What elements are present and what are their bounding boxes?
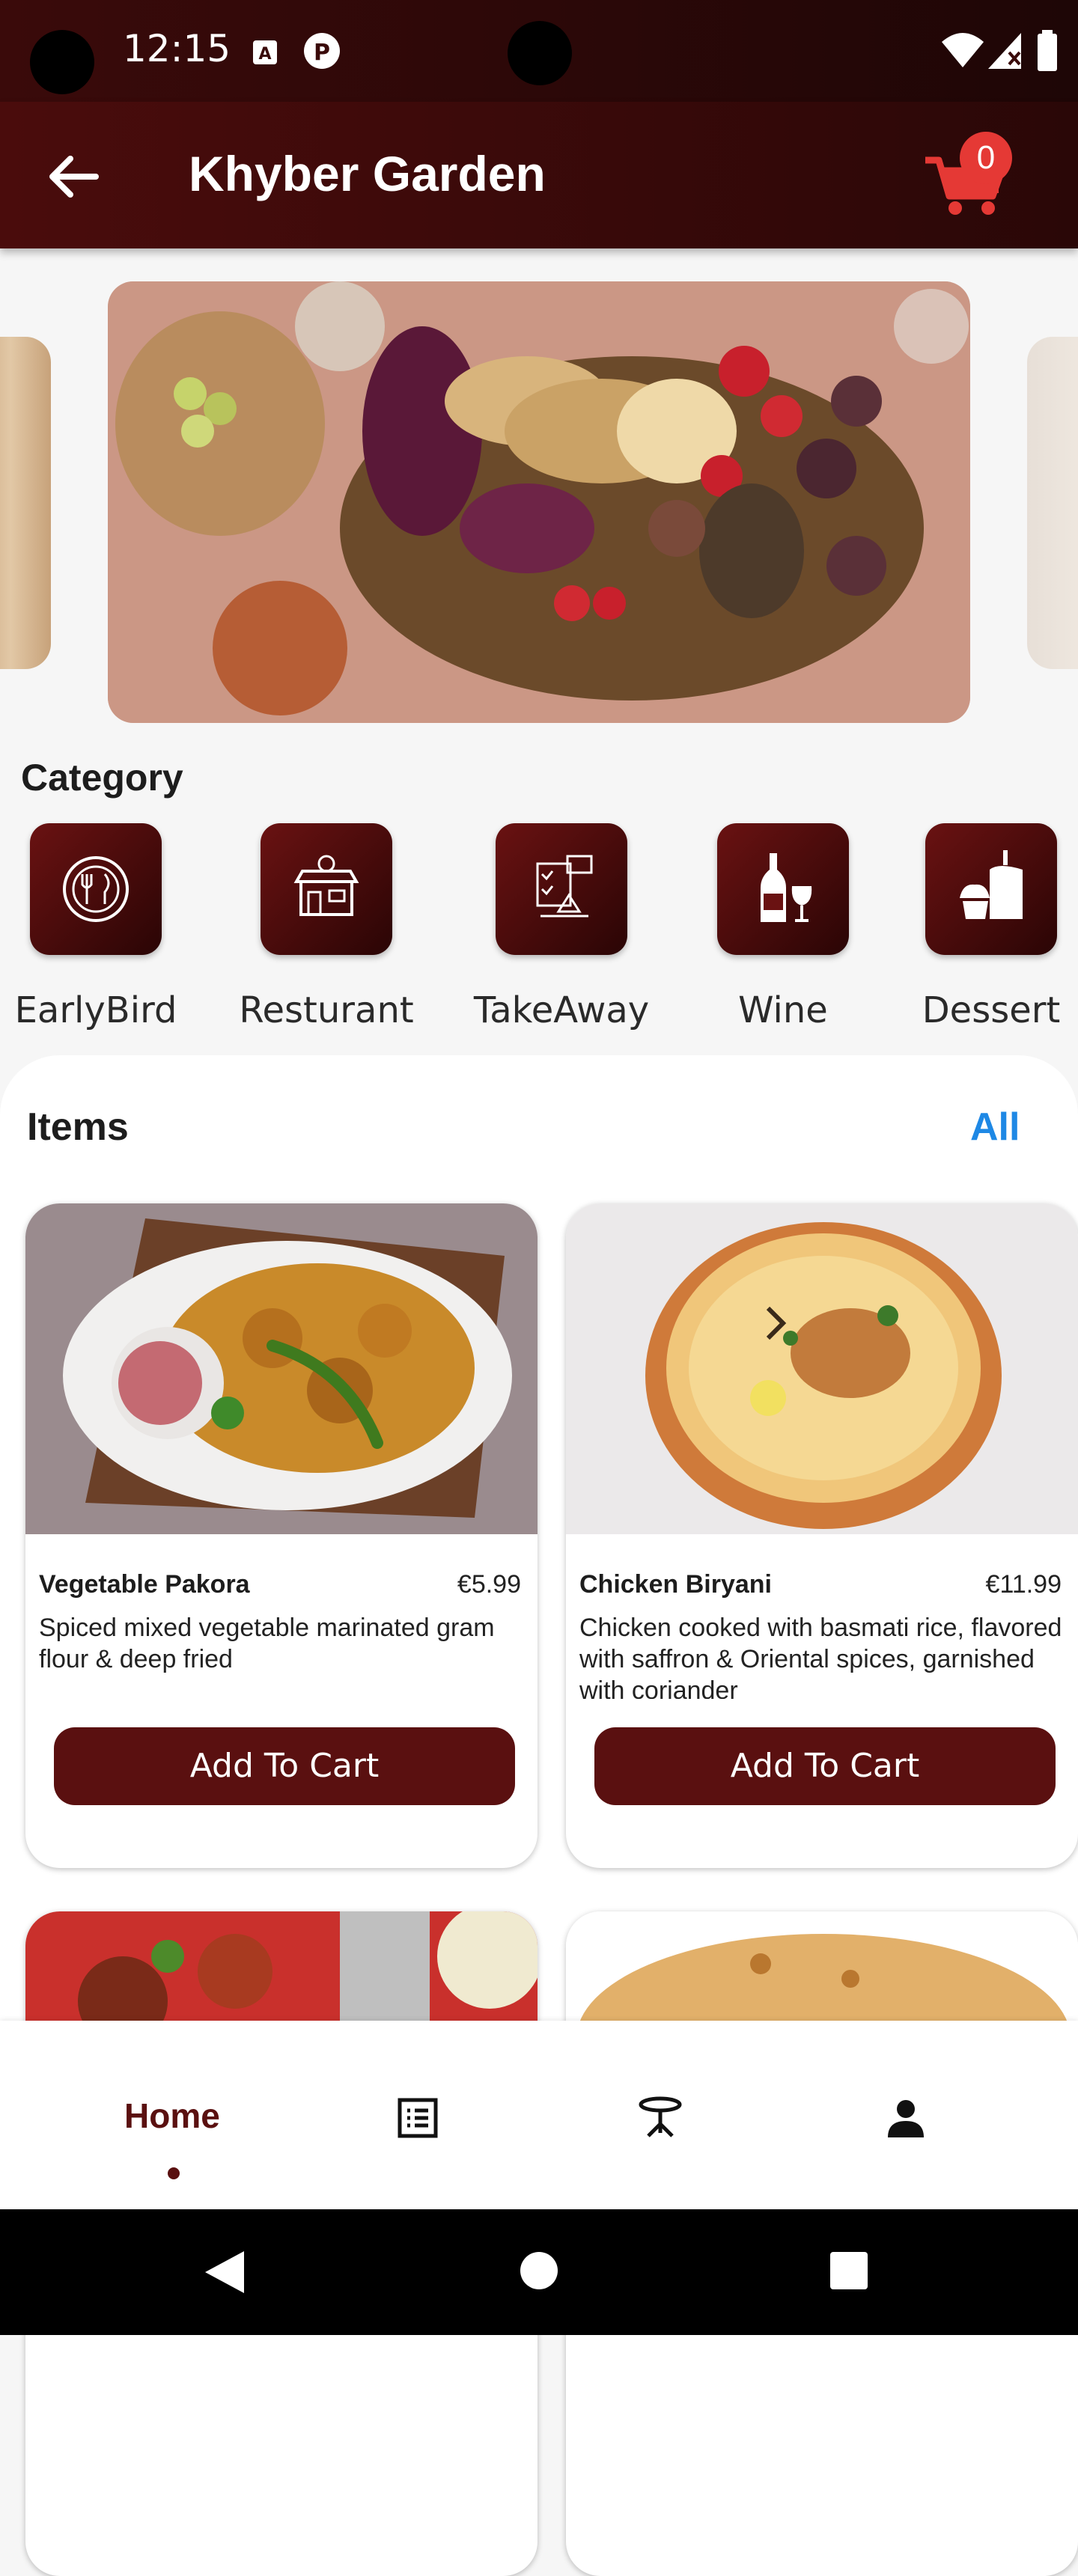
- restaurant-icon: [293, 855, 359, 916]
- active-indicator: [168, 2167, 180, 2179]
- cart-count-badge: 0: [960, 132, 1012, 184]
- system-back-icon[interactable]: [202, 2248, 247, 2296]
- product-price: €5.99: [457, 1570, 521, 1599]
- product-name: Chicken Biryani: [579, 1570, 772, 1599]
- system-home-icon[interactable]: [520, 2251, 558, 2290]
- bottom-navigation: Home: [0, 2021, 1078, 2209]
- view-all-link[interactable]: All: [970, 1105, 1020, 1150]
- product-card[interactable]: Chicken Biryani €11.99 Chicken cooked wi…: [566, 1203, 1078, 1868]
- status-bar: 12:15 A P: [0, 0, 1078, 102]
- add-to-cart-button[interactable]: Add To Cart: [594, 1727, 1056, 1805]
- product-price: €11.99: [985, 1570, 1062, 1599]
- system-recents-icon[interactable]: [829, 2251, 868, 2290]
- product-description: Chicken cooked with basmati rice, flavor…: [579, 1614, 1062, 1699]
- product-name: Vegetable Pakora: [39, 1570, 250, 1599]
- system-navigation-bar: [0, 2209, 1078, 2335]
- nav-home-tab[interactable]: Home: [124, 2096, 220, 2136]
- category-label-earlybird[interactable]: EarlyBird: [0, 989, 193, 1031]
- food-platter-image: [108, 281, 970, 723]
- vegetable-pakora-image: [25, 1203, 538, 1534]
- category-label-resturant[interactable]: Resturant: [229, 989, 424, 1031]
- product-card[interactable]: Vegetable Pakora €5.99 Spiced mixed vege…: [25, 1203, 538, 1868]
- menu-list-icon[interactable]: [395, 2096, 440, 2140]
- category-label-dessert[interactable]: Dessert: [894, 989, 1078, 1031]
- wifi-icon: [942, 33, 984, 67]
- camera-cutout: [30, 30, 94, 94]
- table-icon[interactable]: [638, 2096, 683, 2140]
- category-section-title: Category: [21, 757, 183, 799]
- category-label-wine[interactable]: Wine: [686, 989, 880, 1031]
- add-to-cart-button[interactable]: Add To Cart: [54, 1727, 515, 1805]
- profile-icon[interactable]: [883, 2096, 928, 2140]
- category-wine[interactable]: [717, 823, 849, 955]
- category-resturant[interactable]: [261, 823, 392, 955]
- carousel-slide-previous[interactable]: [0, 337, 51, 669]
- category-dessert[interactable]: [925, 823, 1057, 955]
- category-label-takeaway[interactable]: TakeAway: [464, 989, 659, 1031]
- category-earlybird[interactable]: [30, 823, 162, 955]
- page-title: Khyber Garden: [189, 146, 546, 201]
- signal-icon: [988, 33, 1021, 69]
- status-time: 12:15: [123, 27, 231, 70]
- battery-icon: [1038, 30, 1057, 71]
- cake-icon: [960, 850, 1023, 919]
- carousel-slide-next[interactable]: [1027, 337, 1078, 669]
- takeaway-icon: [536, 855, 593, 918]
- svg-text:P: P: [314, 40, 330, 66]
- plate-cutlery-icon: [63, 856, 129, 922]
- wine-icon: [761, 853, 812, 922]
- app-bar: Khyber Garden 0: [0, 102, 1078, 248]
- camera-cutout: [508, 21, 572, 85]
- items-section-title: Items: [27, 1105, 129, 1149]
- notification-p-icon: P: [304, 33, 340, 69]
- back-arrow-icon[interactable]: [43, 147, 103, 207]
- notification-a-icon: A: [253, 40, 277, 64]
- product-description: Spiced mixed vegetable marinated gram fl…: [39, 1614, 495, 1673]
- category-takeaway[interactable]: [496, 823, 627, 955]
- carousel-slide-current[interactable]: [108, 281, 970, 723]
- chicken-biryani-image: [566, 1203, 1078, 1534]
- svg-text:A: A: [258, 45, 271, 64]
